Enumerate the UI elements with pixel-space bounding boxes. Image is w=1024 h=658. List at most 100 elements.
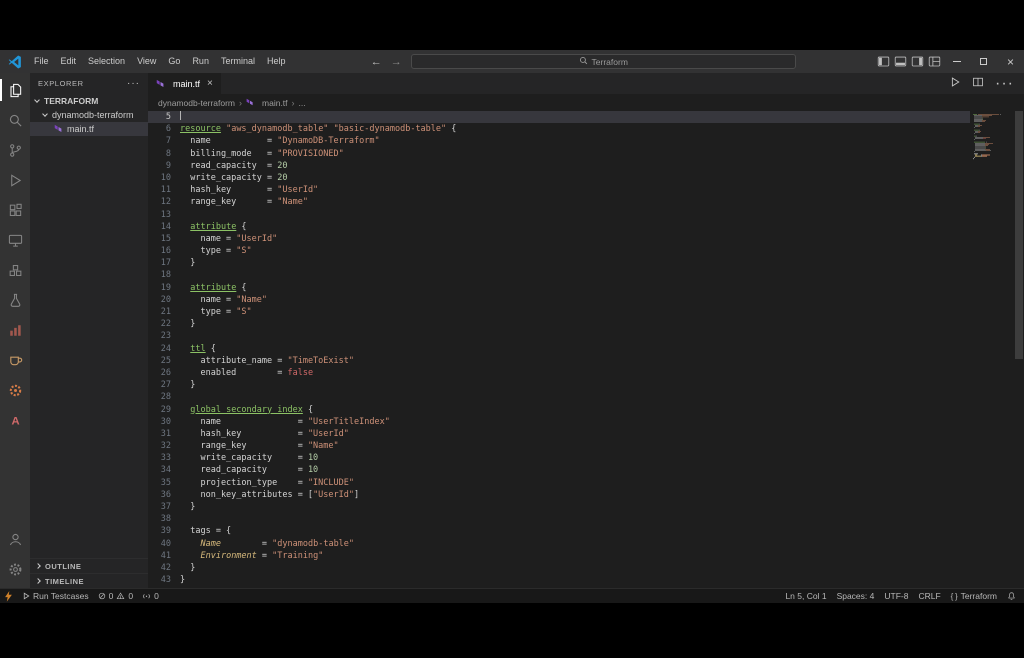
code-line[interactable]: 42 } — [148, 562, 970, 574]
toggle-panel-icon[interactable] — [892, 50, 909, 73]
code-line[interactable]: 14 attribute { — [148, 221, 970, 233]
tree-root-terraform[interactable]: TERRAFORM — [30, 94, 148, 108]
code-line[interactable]: 37 } — [148, 501, 970, 513]
gear-badge-icon[interactable] — [0, 375, 30, 405]
breadcrumb-symbol[interactable]: ... — [299, 98, 306, 108]
code-line[interactable]: 12 range_key = "Name" — [148, 196, 970, 208]
code-line[interactable]: 27 } — [148, 379, 970, 391]
code-line[interactable]: 32 range_key = "Name" — [148, 440, 970, 452]
code-line[interactable]: 15 name = "UserId" — [148, 233, 970, 245]
code-line[interactable]: 20 name = "Name" — [148, 294, 970, 306]
run-and-debug-icon[interactable] — [0, 165, 30, 195]
code-line[interactable]: 33 write_capacity = 10 — [148, 452, 970, 464]
code-line[interactable]: 7 name = "DynamoDB-Terraform" — [148, 135, 970, 147]
testing-flask-icon[interactable] — [0, 285, 30, 315]
letter-a-icon[interactable]: A — [0, 405, 30, 435]
code-line[interactable]: 36 non_key_attributes = ["UserId"] — [148, 489, 970, 501]
menu-go[interactable]: Go — [162, 50, 186, 73]
menu-file[interactable]: File — [28, 50, 55, 73]
account-icon[interactable] — [0, 524, 30, 554]
code-line[interactable]: 39 tags = { — [148, 525, 970, 537]
code-line[interactable]: 30 name = "UserTitleIndex" — [148, 416, 970, 428]
code-line[interactable]: 19 attribute { — [148, 282, 970, 294]
menu-edit[interactable]: Edit — [55, 50, 83, 73]
code-line[interactable]: 17 } — [148, 257, 970, 269]
remote-explorer-icon[interactable] — [0, 225, 30, 255]
cursor-position[interactable]: Ln 5, Col 1 — [785, 591, 826, 601]
tree-file-main-tf[interactable]: main.tf — [30, 122, 148, 136]
containers-icon[interactable] — [0, 255, 30, 285]
code-line[interactable]: 22 } — [148, 318, 970, 330]
menu-selection[interactable]: Selection — [82, 50, 131, 73]
code-lines[interactable]: 56resource "aws_dynamodb_table" "basic-d… — [148, 111, 970, 588]
more-actions-icon[interactable]: ··· — [995, 75, 1014, 93]
vscode-logo-icon — [8, 55, 22, 69]
minimap[interactable] — [970, 111, 1014, 588]
code-line[interactable]: 6resource "aws_dynamodb_table" "basic-dy… — [148, 123, 970, 135]
errors-warnings[interactable]: 0 0 — [98, 591, 133, 601]
explorer-icon[interactable] — [0, 75, 30, 105]
breadcrumb-folder[interactable]: dynamodb-terraform — [158, 98, 235, 108]
scrollbar-thumb[interactable] — [1015, 111, 1023, 359]
code-line[interactable]: 10 write_capacity = 20 — [148, 172, 970, 184]
code-line[interactable]: 16 type = "S" — [148, 245, 970, 257]
code-line[interactable]: 28 — [148, 391, 970, 403]
search-sidebar-icon[interactable] — [0, 105, 30, 135]
menu-terminal[interactable]: Terminal — [215, 50, 261, 73]
code-line[interactable]: 41 Environment = "Training" — [148, 550, 970, 562]
vertical-scrollbar[interactable] — [1014, 111, 1024, 588]
back-arrow-icon[interactable]: ← — [371, 56, 382, 68]
code-line[interactable]: 13 — [148, 209, 970, 221]
ports-indicator[interactable]: 0 — [142, 591, 159, 601]
code-line[interactable]: 25 attribute_name = "TimeToExist" — [148, 355, 970, 367]
code-line[interactable]: 29 global_secondary_index { — [148, 404, 970, 416]
code-line[interactable]: 26 enabled = false — [148, 367, 970, 379]
command-center-search[interactable]: Terraform — [411, 54, 796, 69]
code-line[interactable]: 23 — [148, 330, 970, 342]
toggle-secondary-sidebar-icon[interactable] — [909, 50, 926, 73]
code-line[interactable]: 40 Name = "dynamodb-table" — [148, 538, 970, 550]
run-testcases-button[interactable]: Run Testcases — [22, 591, 89, 601]
sidebar-more-actions-icon[interactable]: ··· — [127, 78, 140, 89]
extensions-icon[interactable] — [0, 195, 30, 225]
breadcrumb-file[interactable]: main.tf — [262, 98, 288, 108]
language-mode[interactable]: { } Terraform — [951, 591, 997, 601]
source-control-icon[interactable] — [0, 135, 30, 165]
code-line[interactable]: 11 hash_key = "UserId" — [148, 184, 970, 196]
menu-help[interactable]: Help — [261, 50, 292, 73]
split-editor-icon[interactable] — [972, 75, 984, 93]
code-line[interactable]: 38 — [148, 513, 970, 525]
remote-indicator[interactable] — [4, 591, 13, 602]
code-line[interactable]: 5 — [148, 111, 970, 123]
code-line[interactable]: 35 projection_type = "INCLUDE" — [148, 477, 970, 489]
customize-layout-icon[interactable] — [926, 50, 943, 73]
code-line[interactable]: 8 billing_mode = "PROVISIONED" — [148, 148, 970, 160]
toggle-sidebar-icon[interactable] — [875, 50, 892, 73]
tree-folder-dynamodb-terraform[interactable]: dynamodb-terraform — [30, 108, 148, 122]
eol-setting[interactable]: CRLF — [918, 591, 940, 601]
maximize-button[interactable] — [970, 50, 997, 73]
settings-gear-icon[interactable] — [0, 554, 30, 584]
notifications-bell-icon[interactable] — [1007, 591, 1016, 601]
forward-arrow-icon[interactable]: → — [391, 56, 402, 68]
outline-section[interactable]: OUTLINE — [30, 558, 148, 573]
code-line[interactable]: 9 read_capacity = 20 — [148, 160, 970, 172]
timeline-section[interactable]: TIMELINE — [30, 573, 148, 588]
code-line[interactable]: 24 ttl { — [148, 343, 970, 355]
menu-view[interactable]: View — [131, 50, 162, 73]
minimize-button[interactable] — [943, 50, 970, 73]
menu-run[interactable]: Run — [186, 50, 215, 73]
code-line[interactable]: 31 hash_key = "UserId" — [148, 428, 970, 440]
run-file-icon[interactable] — [949, 75, 961, 93]
encoding-setting[interactable]: UTF-8 — [884, 591, 908, 601]
tab-main-tf[interactable]: main.tf × — [148, 73, 222, 94]
cup-icon[interactable] — [0, 345, 30, 375]
indentation-setting[interactable]: Spaces: 4 — [837, 591, 875, 601]
code-line[interactable]: 34 read_capacity = 10 — [148, 464, 970, 476]
bar-chart-icon[interactable] — [0, 315, 30, 345]
code-line[interactable]: 18 — [148, 269, 970, 281]
close-button[interactable]: × — [997, 50, 1024, 73]
tab-close-icon[interactable]: × — [207, 78, 213, 89]
code-line[interactable]: 21 type = "S" — [148, 306, 970, 318]
code-line[interactable]: 43} — [148, 574, 970, 586]
